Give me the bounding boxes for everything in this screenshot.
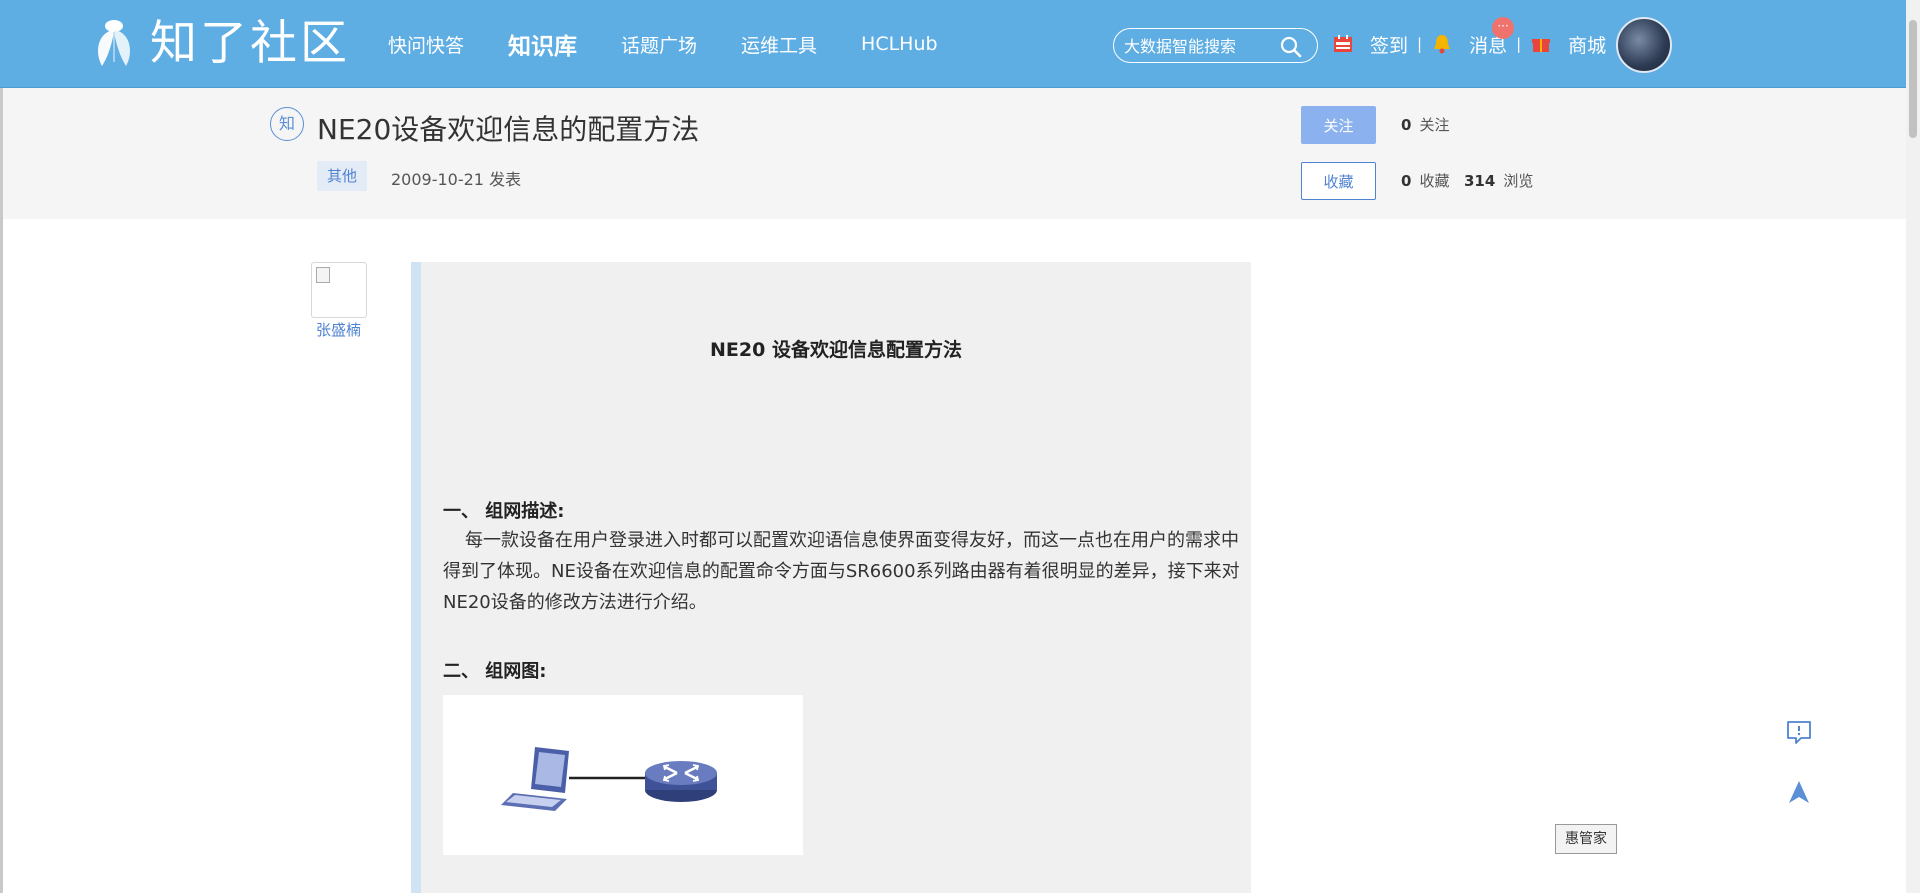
scrollbar-thumb[interactable]: [1909, 20, 1917, 138]
search-box: [1113, 28, 1318, 63]
author-name[interactable]: 张盛楠: [316, 319, 361, 340]
category-tag[interactable]: 其他: [317, 161, 368, 191]
section-heading: 一、 组网描述:: [443, 501, 565, 522]
site-logo[interactable]: 知了社区: [92, 16, 350, 72]
section-heading-text: 二、 组网图:: [443, 661, 547, 682]
search-input[interactable]: [1124, 35, 1274, 57]
user-avatar[interactable]: [1616, 17, 1672, 73]
cicada-logo-icon: [92, 18, 136, 70]
separator: |: [1417, 35, 1423, 53]
view-count: 314: [1464, 172, 1496, 190]
collect-count: 0: [1401, 172, 1412, 190]
checkin-link[interactable]: 签到: [1370, 31, 1408, 58]
helper-button[interactable]: 惠管家: [1555, 824, 1617, 854]
publish-date: 2009-10-21 发表: [391, 170, 522, 189]
separator: |: [1516, 35, 1522, 53]
follow-stat: 0 关注: [1401, 114, 1449, 135]
follow-button[interactable]: 关注: [1301, 106, 1376, 144]
message-badge: ···: [1492, 16, 1515, 39]
bell-icon[interactable]: [1431, 33, 1453, 55]
search-icon[interactable]: [1279, 35, 1303, 59]
site-name: 知了社区: [150, 16, 350, 71]
nav-item-hclhub[interactable]: HCLHub: [861, 33, 938, 55]
messages-link[interactable]: 消息 ···: [1469, 16, 1515, 58]
user-links: 签到 | 消息 ··· | 商城: [1332, 0, 1606, 88]
view-stat: 314 浏览: [1464, 170, 1533, 191]
collect-button[interactable]: 收藏: [1301, 162, 1376, 200]
page-scrollbar[interactable]: [1906, 0, 1920, 893]
calendar-icon[interactable]: [1332, 33, 1354, 55]
top-navbar: 知了社区 快问快答 知识库 话题广场 运维工具 HCLHub 签到 |: [0, 0, 1920, 88]
laptop-icon: [501, 747, 569, 811]
mall-link[interactable]: 商城: [1568, 31, 1606, 58]
network-diagram-image: [443, 695, 803, 855]
follow-count: 0: [1401, 116, 1412, 134]
nav-item-knowledge-base[interactable]: 知识库: [508, 27, 577, 61]
back-to-top-icon[interactable]: [1786, 779, 1812, 805]
broken-image-icon: [316, 267, 330, 283]
author-avatar[interactable]: [311, 262, 367, 318]
follow-text: 关注: [1419, 116, 1450, 134]
article-title: NE20设备欢迎信息的配置方法: [317, 113, 700, 146]
router-icon: [645, 761, 717, 802]
document-title: NE20 设备欢迎信息配置方法: [710, 339, 962, 361]
article-content: NE20 设备欢迎信息配置方法 一、 组网描述: 每一款设备在用户登录进入时都可…: [411, 262, 1251, 893]
collect-stat: 0 收藏: [1401, 170, 1449, 191]
paragraph-text: 每一款设备在用户登录进入时都可以配置欢迎语信息使界面变得友好，而这一点也在用户的…: [443, 530, 1240, 613]
gift-icon[interactable]: [1530, 33, 1552, 55]
nav-item-qa[interactable]: 快问快答: [388, 31, 464, 58]
section-heading: 二、 组网图:: [443, 657, 546, 683]
nav-item-topics[interactable]: 话题广场: [621, 31, 697, 58]
paragraph: 每一款设备在用户登录进入时都可以配置欢迎语信息使界面变得友好，而这一点也在用户的…: [443, 525, 1243, 618]
window-edge: [0, 88, 3, 893]
nav-item-ops-tools[interactable]: 运维工具: [741, 31, 817, 58]
main-nav: 快问快答 知识库 话题广场 运维工具 HCLHub: [388, 0, 982, 88]
view-text: 浏览: [1503, 172, 1534, 190]
collect-text: 收藏: [1419, 172, 1450, 190]
knowledge-badge: 知: [270, 107, 304, 141]
feedback-icon[interactable]: [1785, 718, 1813, 746]
